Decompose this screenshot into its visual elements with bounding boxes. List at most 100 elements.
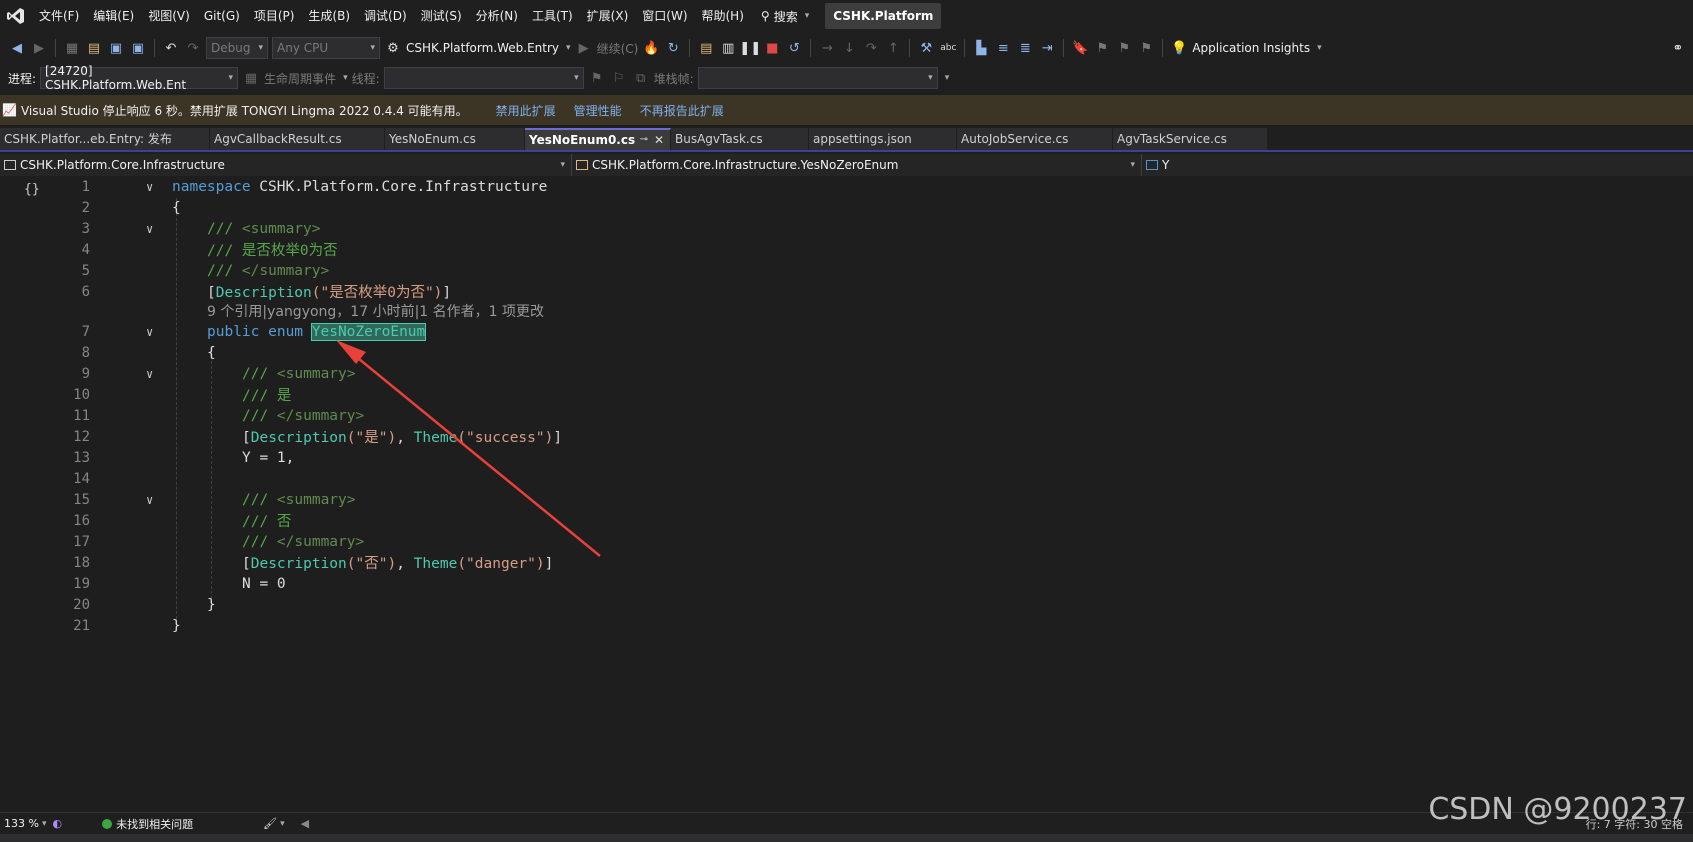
menu-debug[interactable]: 调试(D) [357,0,414,32]
member-value: Y [1162,158,1170,172]
code-editor[interactable]: {} 1 ∨ namespace CSHK.Platform.Core.Infr… [0,176,1693,812]
chevron-down-icon[interactable]: ▾ [1317,43,1322,53]
close-icon[interactable]: ✕ [654,130,664,150]
info-message: Visual Studio 停止响应 6 秒。禁用扩展 TONGYI Lingm… [20,103,468,118]
menu-build[interactable]: 生成(B) [301,0,357,32]
flag-filter-icon[interactable]: ⚐ [610,69,628,87]
menu-analyze[interactable]: 分析(N) [469,0,525,32]
menu-test[interactable]: 测试(S) [414,0,469,32]
zoom-value: 133 % [4,817,39,830]
menu-edit[interactable]: 编辑(E) [86,0,141,32]
manage-performance-link[interactable]: 管理性能 [574,102,622,119]
configuration-dropdown[interactable]: Debug ▾ [206,37,268,59]
pause-icon[interactable]: ❚❚ [739,39,761,57]
tab-yesnoenum[interactable]: YesNoEnum.cs [385,128,525,150]
back-icon[interactable]: ◀ [8,39,26,57]
diagnostics-icon[interactable]: ⚒ [917,39,935,57]
spell-check-icon[interactable]: abc [939,39,957,57]
continue-button[interactable]: 继续(C) [597,40,639,57]
prev-bookmark-icon[interactable]: ⚑ [1093,39,1111,57]
solution-name-badge[interactable]: CSHK.Platform [825,3,942,29]
toolbar-separator [909,39,911,57]
pin-icon[interactable]: ⊸ [640,130,648,150]
live-share-icon[interactable]: ⚭ [1669,39,1687,57]
restart-icon[interactable]: ↻ [664,39,682,57]
comment-icon[interactable]: ≡ [994,39,1012,57]
open-folder-icon[interactable]: ▤ [85,39,103,57]
uncomment-icon[interactable]: ≣ [1016,39,1034,57]
chevron-down-icon: ▾ [804,11,810,21]
step-out-icon[interactable]: ↑ [884,39,902,57]
debug-location-toolbar: 进程: [24720] CSHK.Platform.Web.Ent ▾ ▦ 生命周… [0,63,1693,93]
clear-bookmark-icon[interactable]: ⚑ [1137,39,1155,57]
save-all-icon[interactable]: ▣ [129,39,147,57]
toolbar-separator [154,39,155,57]
next-bookmark-icon[interactable]: ⚑ [1115,39,1133,57]
process-dropdown[interactable]: [24720] CSHK.Platform.Web.Ent ▾ [40,64,239,92]
scroll-left-icon[interactable]: ◀ [301,817,309,830]
chevron-down-icon[interactable]: ▾ [280,819,285,829]
new-project-icon[interactable]: ▦ [63,39,81,57]
issues-indicator[interactable]: 未找到相关问题 [102,816,193,832]
visual-studio-logo-icon[interactable] [0,0,32,32]
watermark-text: CSDN @9200237 [1428,792,1687,827]
stack-frame-dropdown[interactable]: ▾ [697,67,938,89]
restart-debug-icon[interactable]: ↺ [785,39,803,57]
indent-icon[interactable]: ⇥ [1038,39,1056,57]
save-icon[interactable]: ▣ [107,39,125,57]
chevron-down-icon[interactable]: ▾ [566,43,571,53]
menu-view[interactable]: 视图(V) [141,0,197,32]
member-dropdown[interactable]: Y [1142,154,1693,176]
tab-agvtaskservice[interactable]: AgvTaskService.cs [1113,128,1268,150]
dont-report-link[interactable]: 不再报告此扩展 [640,102,724,119]
hot-reload-icon[interactable]: 🔥 [642,39,660,57]
tab-agvcallbackresult[interactable]: AgvCallbackResult.cs [210,128,385,150]
tab-busagvtask[interactable]: BusAgvTask.cs [671,128,809,150]
brush-icon[interactable]: 🖌 [263,817,277,830]
menu-file[interactable]: 文件(F) [32,0,86,32]
menu-extensions[interactable]: 扩展(X) [580,0,636,32]
flag-icon[interactable]: ⚑ [588,69,606,87]
undo-icon[interactable]: ↶ [162,39,180,57]
lightbulb-icon: 💡 [1171,40,1188,56]
menu-project[interactable]: 项目(P) [247,0,302,32]
document-tab-bar: CSHK.Platfor...eb.Entry: 发布 AgvCallbackR… [0,128,1693,152]
tab-yesnoenum0[interactable]: YesNoEnum0.cs ⊸ ✕ [525,128,671,150]
thread-dropdown[interactable]: ▾ [383,67,584,89]
menu-tools[interactable]: 工具(T) [525,0,580,32]
lifecycle-events-button[interactable]: 生命周期事件 [264,70,336,87]
search-box[interactable]: ⚲ 搜索 ▾ [751,0,819,32]
chevron-down-icon[interactable]: ▾ [343,73,348,83]
startup-project-selector[interactable]: CSHK.Platform.Web.Entry [406,41,559,55]
step-over-icon[interactable]: → [818,39,836,57]
layout-icon[interactable]: ▥ [719,39,737,57]
menu-window[interactable]: 窗口(W) [635,0,694,32]
tab-autojobservice[interactable]: AutoJobService.cs [957,128,1113,150]
toolbar-overflow-icon[interactable]: ▾ [945,73,950,83]
format-icon[interactable]: ▙ [972,39,990,57]
tab-appsettings[interactable]: appsettings.json [809,128,957,150]
chevron-down-icon: ▾ [574,73,579,83]
folder-icon[interactable]: ▤ [697,39,715,57]
platform-dropdown[interactable]: Any CPU ▾ [272,37,380,59]
stop-icon[interactable]: ■ [763,39,781,57]
stack-frame-label: 堆栈帧: [653,71,694,86]
disable-extension-link[interactable]: 禁用此扩展 [496,102,556,119]
play-icon[interactable]: ▶ [575,39,593,57]
step-into-icon[interactable]: ↓ [840,39,858,57]
forward-icon[interactable]: ▶ [30,39,48,57]
application-insights-button[interactable]: Application Insights [1192,41,1310,55]
type-dropdown[interactable]: CSHK.Platform.Core.Infrastructure.YesNoZ… [572,154,1142,176]
project-dropdown[interactable]: CSHK.Platform.Core.Infrastructure ▾ [0,154,572,176]
redo-icon[interactable]: ↷ [184,39,202,57]
menu-git[interactable]: Git(G) [197,0,247,32]
tab-publish[interactable]: CSHK.Platfor...eb.Entry: 发布 [0,128,210,150]
tab-label: appsettings.json [813,132,912,146]
step-back-icon[interactable]: ↷ [862,39,880,57]
thread-filter-icon[interactable]: ⧉ [632,69,650,87]
menu-help[interactable]: 帮助(H) [695,0,751,32]
bookmark-icon[interactable]: 🔖 [1071,39,1089,57]
horizontal-scrollbar[interactable] [0,834,1693,842]
tab-label: CSHK.Platfor...eb.Entry: 发布 [4,132,172,146]
zoom-dropdown[interactable]: 133 % ▾ ◐ [0,817,66,830]
